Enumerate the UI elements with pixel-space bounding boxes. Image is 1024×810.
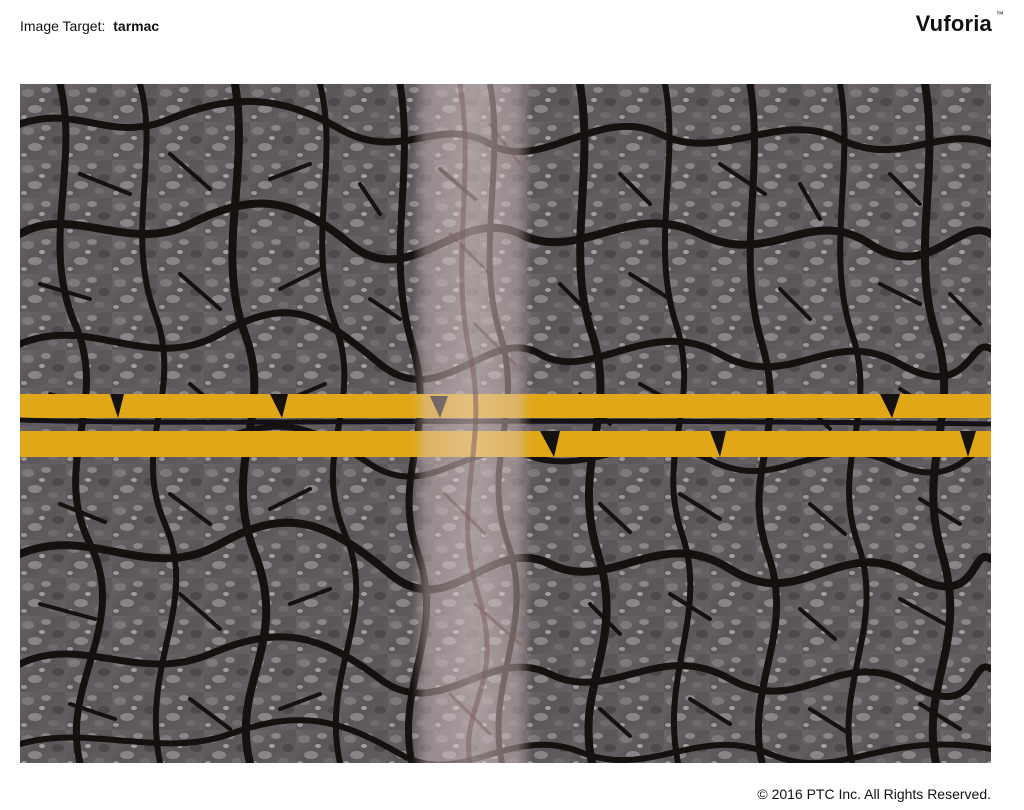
image-target-name: tarmac [113, 18, 160, 34]
image-target-header: Image Target: tarmac [20, 16, 159, 36]
image-target-label: Image Target: [20, 18, 106, 34]
tire-track-overlay [412, 84, 532, 763]
vuforia-logo: Vuforia ™ [915, 10, 1004, 38]
tarmac-target-image [20, 84, 991, 763]
copyright-text: © 2016 PTC Inc. All Rights Reserved. [757, 786, 991, 802]
brand-name: Vuforia [915, 11, 992, 36]
trademark-symbol: ™ [995, 10, 1004, 19]
cracked-asphalt-illustration [20, 84, 991, 763]
